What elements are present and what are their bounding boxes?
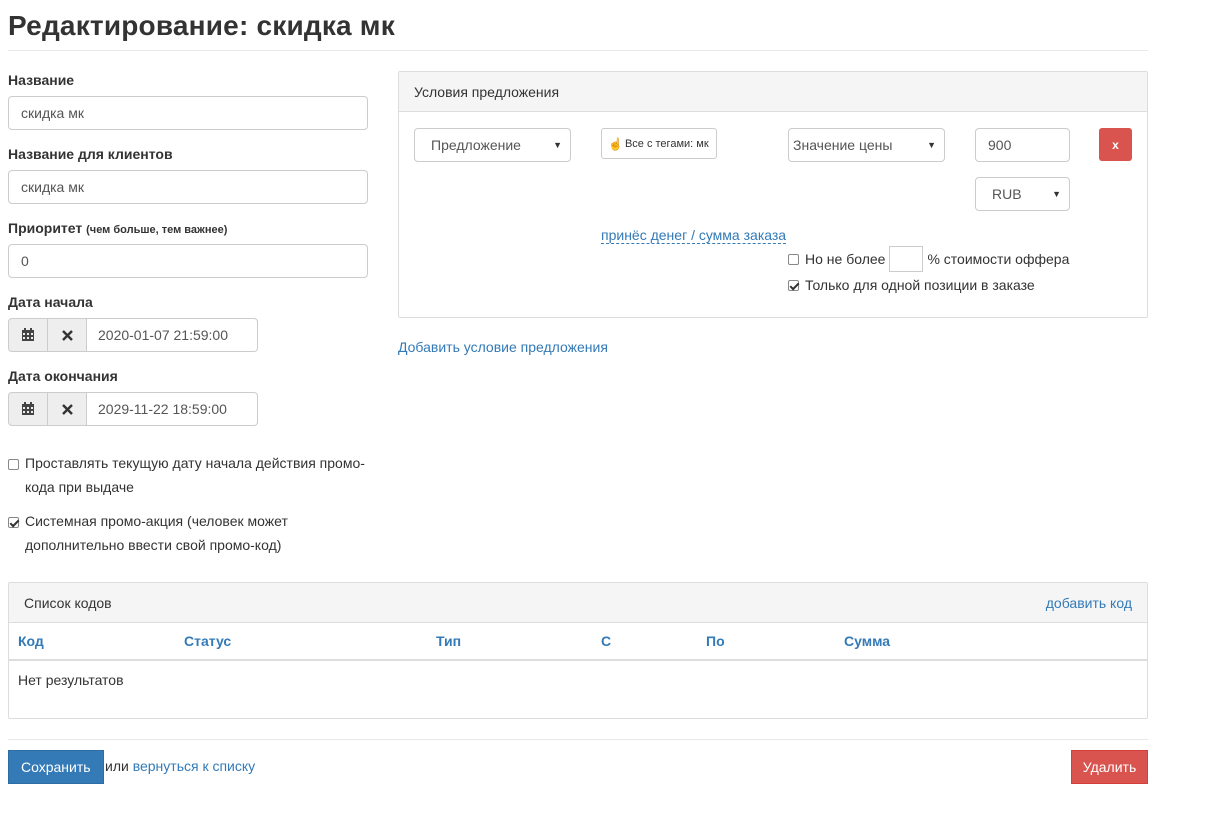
calendar-icon (22, 402, 34, 415)
formula-link[interactable]: принёс денег / сумма заказа (601, 227, 787, 244)
max-percent-checkbox[interactable] (788, 253, 799, 265)
close-icon (61, 329, 73, 341)
add-code-link[interactable]: добавить код (1046, 595, 1132, 611)
priority-label-text: Приоритет (8, 220, 83, 236)
chevron-down-icon: ▼ (553, 140, 562, 150)
codes-panel: Список кодов добавить код Код Статус Тип… (8, 582, 1148, 719)
set-current-date-option: Проставлять текущую дату начала действия… (8, 452, 368, 498)
remove-condition-button[interactable]: x (1099, 128, 1132, 161)
name-input[interactable]: скидка мк (8, 96, 368, 130)
delete-button[interactable]: Удалить (1071, 750, 1148, 784)
system-promo-checkbox[interactable] (8, 516, 19, 528)
priority-input[interactable]: 0 (8, 244, 368, 278)
name-input-value: скидка мк (21, 105, 84, 121)
column-header-type[interactable]: Тип (436, 633, 461, 649)
client-name-label: Название для клиентов (8, 146, 173, 162)
chevron-down-icon: ▼ (1052, 189, 1061, 199)
title-divider (8, 50, 1148, 51)
priority-label: Приоритет (чем больше, тем важнее) (8, 220, 227, 236)
condition-type-select[interactable]: Предложение ▼ (414, 128, 571, 162)
tag-filter-button[interactable]: ☝ Все с тегами: мк (601, 128, 717, 159)
start-date-label: Дата начала (8, 294, 93, 310)
value-type-value: Значение цены (793, 137, 893, 153)
end-date-value: 2029-11-22 18:59:00 (98, 401, 227, 417)
add-condition-link[interactable]: Добавить условие предложения (398, 339, 608, 355)
conditions-panel-title: Условия предложения (414, 83, 560, 100)
column-header-status[interactable]: Статус (184, 633, 231, 649)
or-text: или (105, 758, 129, 774)
single-position-row: Только для одной позиции в заказе (788, 277, 1035, 293)
client-name-input[interactable]: скидка мк (8, 170, 368, 204)
currency-select[interactable]: RUB ▼ (975, 177, 1070, 211)
codes-panel-title: Список кодов (24, 594, 112, 611)
single-position-label: Только для одной позиции в заказе (805, 277, 1035, 293)
max-percent-input[interactable] (889, 246, 924, 272)
conditions-panel-header: Условия предложения (399, 72, 1147, 112)
value-type-select[interactable]: Значение цены ▼ (788, 128, 945, 162)
column-header-code[interactable]: Код (18, 633, 44, 649)
priority-hint: (чем больше, тем важнее) (86, 224, 228, 236)
max-percent-row: Но не более % стоимости оффера (788, 246, 1069, 272)
amount-input[interactable]: 900 (975, 128, 1070, 162)
system-promo-option: Системная промо-акция (человек может доп… (8, 510, 368, 556)
currency-value: RUB (992, 186, 1022, 202)
set-current-date-line1: Проставлять текущую дату начала действия… (25, 455, 365, 471)
codes-empty-text: Нет результатов (18, 672, 124, 688)
single-position-checkbox[interactable] (788, 279, 799, 291)
column-header-sum[interactable]: Сумма (844, 633, 890, 649)
footer-or-row: или вернуться к списку (105, 758, 255, 774)
end-date-input[interactable]: 2029-11-22 18:59:00 (86, 392, 258, 426)
tag-filter-label: Все с тегами: мк (624, 137, 709, 150)
end-date-calendar-button[interactable] (8, 392, 48, 426)
end-date-clear-button[interactable] (47, 392, 87, 426)
max-percent-prefix: Но не более (805, 251, 886, 267)
hand-pointer-icon: ☝ (608, 136, 623, 151)
start-date-clear-button[interactable] (47, 318, 87, 352)
footer-divider (8, 739, 1148, 740)
name-label: Название (8, 72, 75, 88)
priority-input-value: 0 (21, 253, 29, 269)
client-name-input-value: скидка мк (21, 179, 84, 195)
column-header-from[interactable]: С (601, 633, 611, 649)
start-date-calendar-button[interactable] (8, 318, 48, 352)
amount-value: 900 (988, 137, 1012, 153)
page-title: Редактирование: скидка мк (8, 10, 395, 41)
system-promo-line2: дополнительно ввести свой промо-код) (25, 537, 282, 553)
codes-panel-header: Список кодов добавить код (9, 583, 1147, 623)
back-to-list-link[interactable]: вернуться к списку (133, 758, 255, 774)
column-header-to[interactable]: По (706, 633, 725, 649)
close-icon (61, 403, 73, 415)
end-date-label: Дата окончания (8, 368, 118, 384)
condition-type-value: Предложение (431, 137, 521, 153)
save-button[interactable]: Сохранить (8, 750, 104, 784)
chevron-down-icon: ▼ (927, 140, 936, 150)
codes-table-header: Код Статус Тип С По Сумма (9, 623, 1147, 661)
formula-link-text: принёс денег / сумма заказа (601, 227, 787, 244)
set-current-date-line2: кода при выдаче (25, 479, 134, 495)
start-date-value: 2020-01-07 21:59:00 (98, 327, 228, 343)
start-date-input[interactable]: 2020-01-07 21:59:00 (86, 318, 258, 352)
calendar-icon (22, 328, 34, 341)
system-promo-line1: Системная промо-акция (человек может (25, 513, 288, 529)
max-percent-suffix: % стоимости оффера (927, 251, 1070, 267)
set-current-date-checkbox[interactable] (8, 458, 19, 470)
